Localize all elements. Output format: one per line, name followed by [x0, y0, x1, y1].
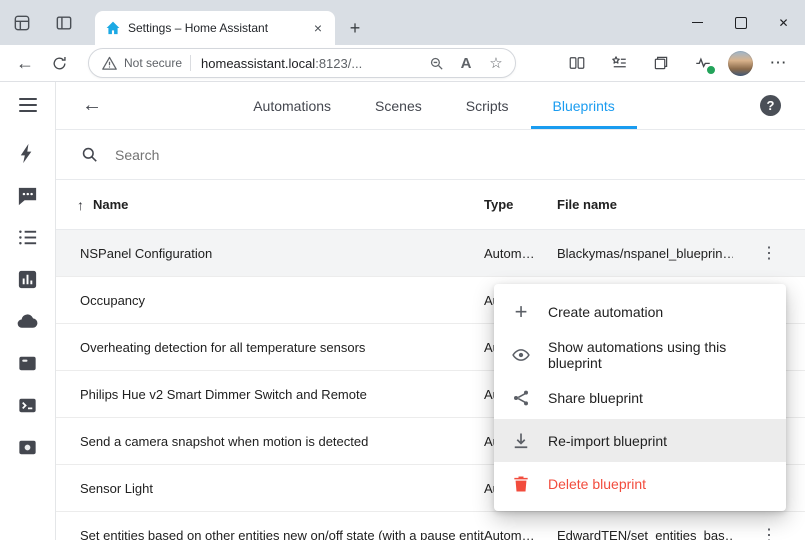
blueprint-name: NSPanel Configuration: [56, 246, 484, 261]
toolbar-right-cluster: ⋯: [560, 48, 797, 78]
read-aloud-icon[interactable]: A: [457, 54, 475, 72]
search-row: [56, 130, 805, 180]
blueprint-name: Sensor Light: [56, 481, 484, 496]
sort-ascending-icon: ↑: [77, 197, 84, 213]
eye-icon: [510, 345, 532, 365]
menu-item-create-automation[interactable]: + Create automation: [494, 290, 786, 333]
menu-item-label: Share blueprint: [548, 390, 643, 406]
blueprint-name: Send a camera snapshot when motion is de…: [56, 434, 484, 449]
search-icon: [80, 145, 99, 164]
refresh-button[interactable]: [42, 48, 76, 78]
row-overflow-icon[interactable]: ⋮: [752, 236, 786, 270]
assist-icon[interactable]: [16, 184, 39, 207]
tab-scenes[interactable]: Scenes: [353, 82, 444, 129]
energy-icon[interactable]: [16, 142, 39, 165]
minimize-icon: [692, 22, 703, 23]
menu-item-label: Delete blueprint: [548, 476, 646, 492]
column-header-type[interactable]: Type: [484, 197, 557, 212]
import-icon: [510, 431, 532, 451]
todo-list-icon[interactable]: [16, 226, 39, 249]
browser-toolbar: ← Not secure homeassistant.local:8123/..…: [0, 45, 805, 82]
blueprint-name: Philips Hue v2 Smart Dimmer Switch and R…: [56, 387, 484, 402]
url-path: :8123/...: [315, 56, 362, 71]
essentials-badge: [706, 65, 716, 75]
table-header: ↑ Name Type File name: [56, 180, 805, 230]
window-minimize-button[interactable]: [676, 0, 719, 45]
ha-tab-bar: Automations Scenes Scripts Blueprints: [108, 82, 760, 129]
addon-icon-3[interactable]: [16, 436, 39, 459]
browser-back-button[interactable]: ←: [8, 48, 42, 78]
row-overflow-icon[interactable]: ⋮: [752, 518, 786, 540]
blueprint-context-menu: + Create automation Show automations usi…: [494, 284, 786, 511]
zoom-icon[interactable]: [427, 54, 445, 72]
addon-icon-2[interactable]: [16, 394, 39, 417]
menu-item-delete-blueprint[interactable]: Delete blueprint: [494, 462, 786, 505]
menu-item-reimport-blueprint[interactable]: Re-import blueprint: [494, 419, 786, 462]
maximize-icon: [735, 17, 747, 29]
menu-item-label: Create automation: [548, 304, 663, 320]
menu-item-label: Re-import blueprint: [548, 433, 667, 449]
column-header-file[interactable]: File name: [557, 197, 733, 212]
url-host: homeassistant.local: [201, 56, 315, 71]
table-row[interactable]: Set entities based on other entities new…: [56, 512, 805, 540]
window-maximize-button[interactable]: [719, 0, 762, 45]
url-text[interactable]: homeassistant.local:8123/...: [201, 56, 362, 71]
favorite-star-icon[interactable]: ☆: [487, 54, 505, 72]
share-icon: [510, 388, 532, 408]
blueprint-name: Occupancy: [56, 293, 484, 308]
ha-header: ← Automations Scenes Scripts Blueprints …: [56, 82, 805, 130]
menu-item-label: Show automations using this blueprint: [548, 339, 770, 371]
blueprint-name: Set entities based on other entities new…: [56, 528, 484, 540]
workspaces-icon[interactable]: [12, 13, 32, 33]
window-close-button[interactable]: ✕: [762, 0, 805, 45]
browser-tab[interactable]: Settings – Home Assistant ×: [95, 11, 335, 45]
collections-icon[interactable]: [644, 48, 678, 78]
table-row[interactable]: NSPanel Configuration Autom… Blackymas/n…: [56, 230, 805, 277]
window-controls: ✕: [676, 0, 805, 45]
tab-title: Settings – Home Assistant: [128, 21, 309, 35]
not-secure-warning-icon: [101, 55, 118, 72]
blueprint-type: Autom…: [484, 528, 557, 540]
profile-avatar[interactable]: [728, 51, 753, 76]
blueprint-name: Overheating detection for all temperatur…: [56, 340, 484, 355]
help-icon[interactable]: ?: [760, 95, 781, 116]
split-screen-icon[interactable]: [560, 48, 594, 78]
cloud-icon[interactable]: [16, 310, 39, 333]
tab-scripts[interactable]: Scripts: [444, 82, 531, 129]
ha-back-button[interactable]: ←: [76, 94, 108, 117]
column-header-name[interactable]: ↑ Name: [56, 197, 484, 213]
security-label[interactable]: Not secure: [124, 56, 182, 70]
divider: [190, 55, 191, 71]
blueprint-file: Blackymas/nspanel_blueprin…: [557, 246, 733, 261]
browser-window: Settings – Home Assistant × + ✕ ← Not se…: [0, 0, 805, 540]
menu-item-show-automations[interactable]: Show automations using this blueprint: [494, 333, 786, 376]
new-tab-button[interactable]: +: [343, 16, 367, 40]
menu-item-share-blueprint[interactable]: Share blueprint: [494, 376, 786, 419]
sidebar-menu-icon[interactable]: [19, 98, 37, 112]
tab-actions-icon[interactable]: [54, 13, 74, 33]
history-icon[interactable]: [16, 268, 39, 291]
column-name-label: Name: [93, 197, 128, 212]
more-menu-icon[interactable]: ⋯: [761, 48, 795, 78]
home-assistant-logo-icon: [105, 20, 121, 36]
blueprint-type: Autom…: [484, 246, 557, 261]
ha-sidebar: [0, 82, 56, 540]
addon-icon-1[interactable]: [16, 352, 39, 375]
address-bar[interactable]: Not secure homeassistant.local:8123/... …: [88, 48, 516, 78]
favorites-icon[interactable]: [602, 48, 636, 78]
browser-essentials-icon[interactable]: [686, 48, 720, 78]
search-input[interactable]: [113, 146, 781, 164]
tab-automations[interactable]: Automations: [231, 82, 353, 129]
plus-icon: +: [510, 299, 532, 325]
delete-icon: [510, 474, 532, 494]
titlebar: Settings – Home Assistant × + ✕: [0, 0, 805, 45]
tab-blueprints[interactable]: Blueprints: [531, 82, 637, 129]
tab-close-icon[interactable]: ×: [309, 19, 327, 37]
blueprint-file: EdwardTEN/set_entities_bas…: [557, 528, 733, 540]
